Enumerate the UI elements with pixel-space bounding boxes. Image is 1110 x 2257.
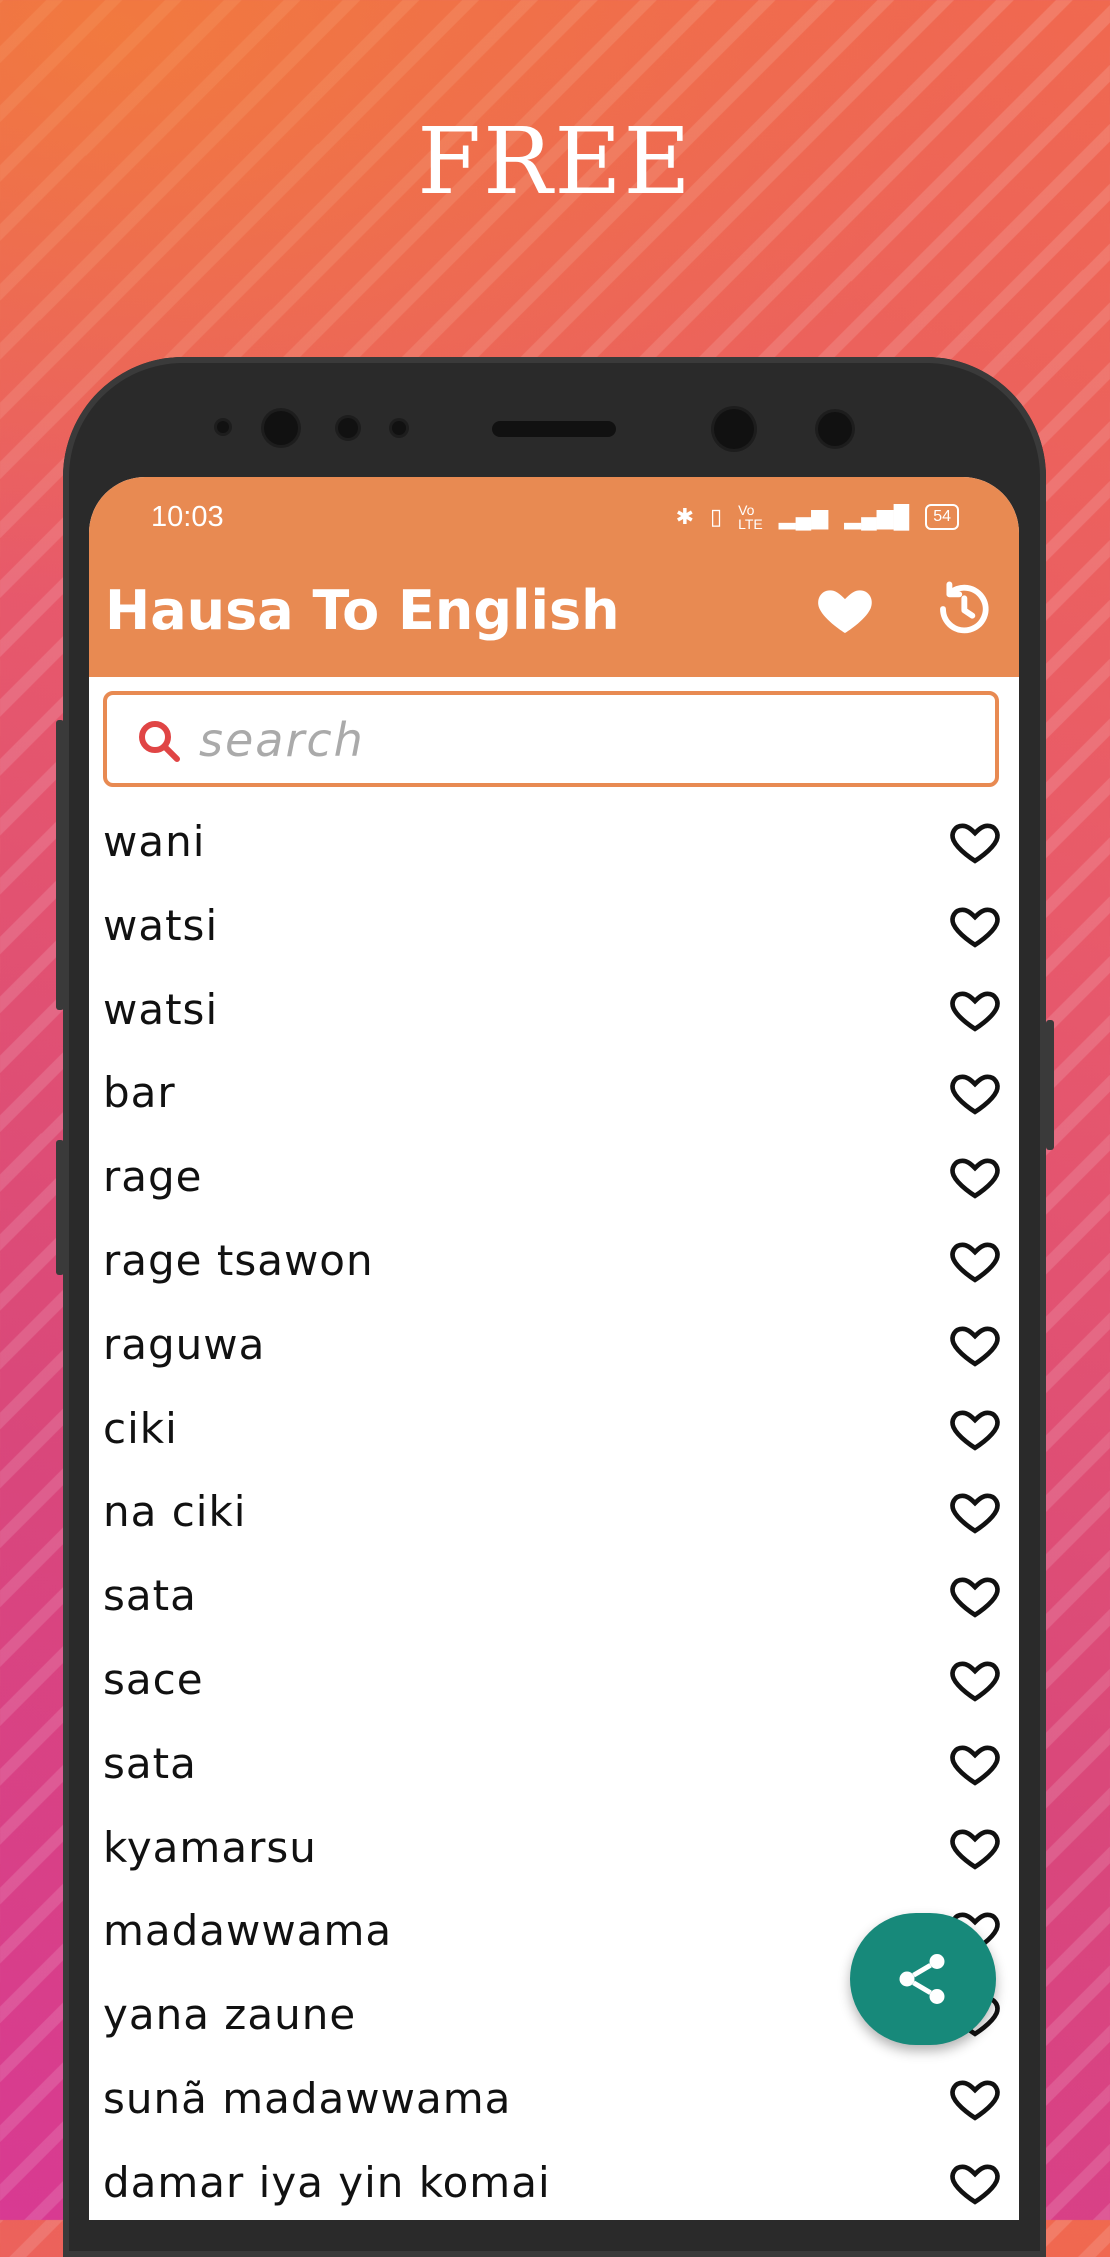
heart-outline-icon[interactable] — [947, 1064, 1003, 1120]
list-item[interactable]: damar iya yin komai — [89, 2144, 1019, 2220]
status-time: 10:03 — [151, 501, 224, 533]
volte-icon: Vo LTE — [738, 502, 763, 532]
front-camera — [714, 409, 754, 449]
word-label: watsi — [103, 984, 219, 1034]
share-button[interactable] — [850, 1913, 996, 2045]
list-item[interactable]: sata — [89, 1557, 1019, 1641]
word-label: damar iya yin komai — [103, 2157, 551, 2207]
app-screen: 10:03 ✱ ▯ Vo LTE ▂▄▆ ▂▄▆█ 54 Hausa To Eng… — [89, 477, 1019, 2220]
list-item[interactable]: watsi — [89, 971, 1019, 1055]
word-label: raguwa — [103, 1319, 266, 1369]
heart-outline-icon[interactable] — [947, 981, 1003, 1037]
sensor-dot — [217, 421, 229, 433]
list-item[interactable]: sace — [89, 1641, 1019, 1725]
app-bar: 10:03 ✱ ▯ Vo LTE ▂▄▆ ▂▄▆█ 54 Hausa To Eng… — [89, 477, 1019, 677]
vibrate-icon: ▯ — [710, 504, 723, 529]
heart-outline-icon[interactable] — [947, 1400, 1003, 1456]
word-label: rage — [103, 1152, 203, 1202]
sensor-dot — [338, 418, 358, 438]
share-icon — [899, 1954, 945, 2004]
heart-outline-icon[interactable] — [947, 1735, 1003, 1791]
heart-outline-icon[interactable] — [947, 813, 1003, 869]
word-label: madawwama — [103, 1906, 393, 1956]
word-label: sata — [103, 1738, 197, 1788]
word-label: kyamarsu — [103, 1822, 317, 1872]
word-label: yana zaune — [103, 1990, 357, 2040]
word-label: wani — [103, 817, 206, 866]
list-item[interactable]: sata — [89, 1725, 1019, 1809]
battery-indicator: 54 — [925, 504, 959, 530]
heart-outline-icon[interactable] — [947, 1651, 1003, 1707]
promo-headline: FREE — [417, 108, 693, 215]
heart-outline-icon[interactable] — [947, 1567, 1003, 1623]
list-item[interactable]: sunã madawwama — [89, 2060, 1019, 2144]
list-item[interactable]: rage tsawon — [89, 1222, 1019, 1306]
list-item[interactable]: bar — [89, 1054, 1019, 1138]
earpiece-speaker — [492, 421, 616, 437]
list-item[interactable]: ciki — [89, 1390, 1019, 1474]
search-icon — [139, 721, 180, 762]
search-input[interactable] — [197, 709, 981, 771]
list-item[interactable]: rage — [89, 1138, 1019, 1222]
word-label: bar — [103, 1068, 176, 1118]
heart-outline-icon[interactable] — [947, 897, 1003, 953]
bluetooth-icon: ✱ — [675, 504, 694, 529]
word-label: ciki — [103, 1403, 178, 1453]
front-camera — [264, 411, 298, 445]
heart-outline-icon[interactable] — [947, 1316, 1003, 1372]
list-item[interactable]: wani — [89, 803, 1019, 887]
status-icons: ✱ ▯ Vo LTE ▂▄▆ ▂▄▆█ 54 — [676, 503, 959, 531]
heart-filled-icon — [818, 590, 872, 633]
heart-outline-icon[interactable] — [947, 1232, 1003, 1288]
heart-outline-icon[interactable] — [947, 1148, 1003, 1204]
list-item[interactable]: na ciki — [89, 1473, 1019, 1557]
sensor-dot — [392, 421, 406, 435]
history-button[interactable] — [931, 577, 995, 641]
word-label: na ciki — [103, 1487, 247, 1537]
list-item[interactable]: raguwa — [89, 1306, 1019, 1390]
phone-side-button — [1046, 1020, 1054, 1150]
word-label: sata — [103, 1571, 197, 1621]
app-title: Hausa To English — [105, 579, 620, 642]
signal-icon: ▂▄▆ — [778, 504, 829, 529]
list-item[interactable]: watsi — [89, 887, 1019, 971]
word-label: sace — [103, 1654, 204, 1704]
signal-roaming-icon: ▂▄▆█ — [844, 504, 910, 529]
heart-outline-icon[interactable] — [947, 1483, 1003, 1539]
heart-outline-icon[interactable] — [947, 2154, 1003, 2210]
history-icon — [940, 581, 989, 634]
proximity-sensor — [818, 412, 852, 446]
word-label: sunã madawwama — [103, 2073, 512, 2123]
word-label: watsi — [103, 900, 219, 950]
word-label: rage tsawon — [103, 1235, 374, 1285]
heart-outline-icon[interactable] — [947, 2070, 1003, 2126]
heart-outline-icon[interactable] — [947, 1819, 1003, 1875]
favorites-button[interactable] — [813, 577, 877, 641]
list-item[interactable]: kyamarsu — [89, 1809, 1019, 1893]
search-box[interactable] — [103, 691, 999, 787]
